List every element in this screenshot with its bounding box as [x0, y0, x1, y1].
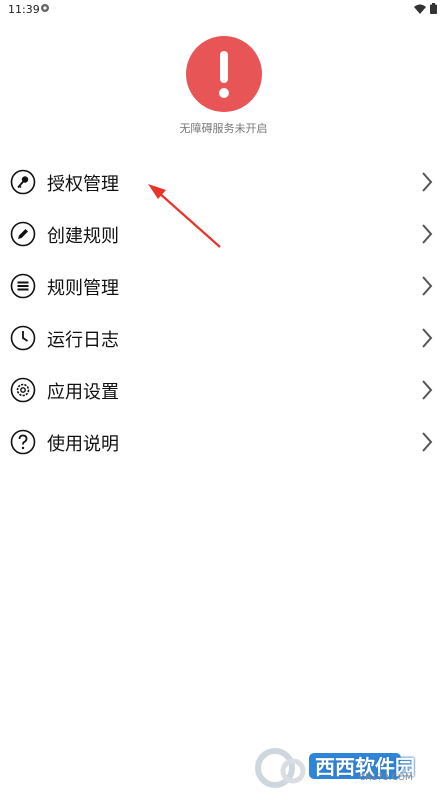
main-menu: 授权管理 创建规则 规则管理 运行日志 应用设置 使用说明	[0, 156, 447, 468]
chevron-right-icon	[422, 432, 433, 452]
chevron-right-icon	[422, 328, 433, 348]
pencil-icon	[10, 221, 36, 247]
menu-item-create-rule[interactable]: 创建规则	[0, 208, 447, 260]
notification-icon	[41, 4, 49, 12]
battery-icon	[430, 3, 437, 14]
status-time: 11:39	[8, 3, 40, 16]
wifi-icon	[414, 4, 426, 14]
menu-item-help[interactable]: 使用说明	[0, 416, 447, 468]
chevron-right-icon	[422, 172, 433, 192]
menu-item-rule-management[interactable]: 规则管理	[0, 260, 447, 312]
chevron-right-icon	[422, 380, 433, 400]
help-icon	[10, 429, 36, 455]
accessibility-status: 无障碍服务未开启	[0, 36, 447, 136]
chevron-right-icon	[422, 276, 433, 296]
menu-item-label: 创建规则	[47, 226, 119, 247]
menu-item-label: 规则管理	[47, 278, 119, 299]
watermark-url: CR173.COM	[359, 773, 413, 783]
status-icons	[414, 3, 437, 14]
menu-item-authorization[interactable]: 授权管理	[0, 156, 447, 208]
menu-item-label: 授权管理	[47, 174, 119, 195]
menu-item-label: 应用设置	[47, 382, 119, 403]
watermark-logo: 西西软件园 CR173.COM	[249, 747, 439, 789]
gear-icon	[10, 377, 36, 403]
menu-item-label: 运行日志	[47, 330, 119, 351]
chevron-right-icon	[422, 224, 433, 244]
warning-icon	[185, 36, 262, 112]
menu-item-app-settings[interactable]: 应用设置	[0, 364, 447, 416]
key-icon	[10, 169, 36, 195]
menu-item-run-log[interactable]: 运行日志	[0, 312, 447, 364]
menu-item-label: 使用说明	[47, 434, 119, 455]
clock-icon	[10, 325, 36, 351]
list-icon	[10, 273, 36, 299]
status-bar: 11:39	[0, 0, 447, 20]
accessibility-status-text: 无障碍服务未开启	[179, 122, 268, 135]
